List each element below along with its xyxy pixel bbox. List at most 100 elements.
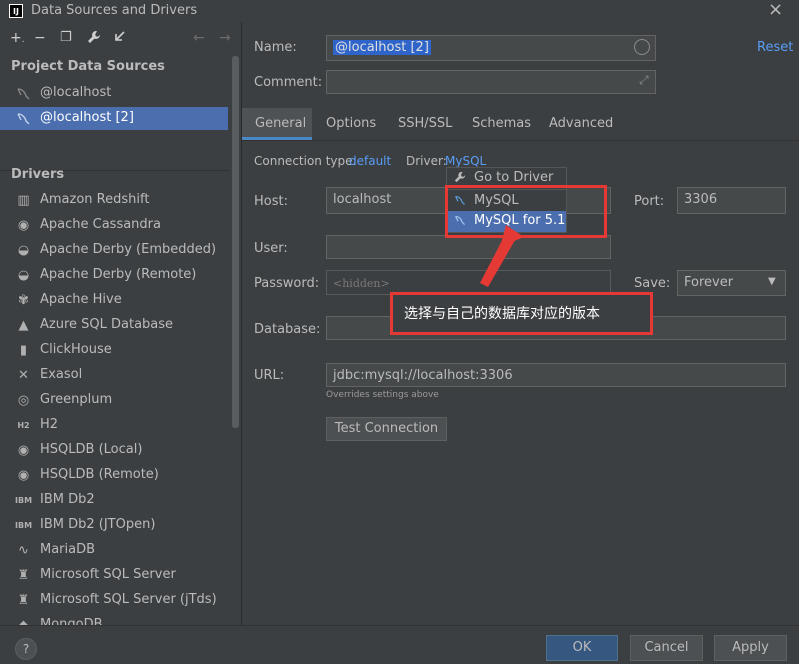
tab-advanced[interactable]: Advanced (549, 108, 613, 140)
duplicate-icon[interactable]: ❐ (60, 30, 72, 45)
user-label: User: (254, 241, 288, 256)
driver-label: MariaDB (40, 542, 96, 557)
driver-item[interactable]: IBM IBM Db2 (JTOpen) (0, 513, 228, 538)
driver-label: HSQLDB (Remote) (40, 467, 159, 482)
url-input[interactable]: jdbc:mysql://localhost:3306 (326, 363, 786, 387)
driver-item[interactable]: ◒ Apache Derby (Embedded) (0, 238, 228, 263)
url-value: jdbc:mysql://localhost:3306 (333, 368, 513, 383)
password-placeholder: <hidden> (333, 277, 390, 290)
driver-item[interactable]: ♜ Microsoft SQL Server (jTds) (0, 588, 228, 613)
import-icon[interactable] (113, 30, 126, 47)
driver-label: H2 (40, 417, 59, 432)
forward-icon[interactable]: → (219, 30, 231, 46)
driver-list: ▥ Amazon Redshift ◉ Apache Cassandra ◒ Apache… (0, 188, 230, 625)
driver-item[interactable]: ▲ Azure SQL Database (0, 313, 228, 338)
driver-item[interactable]: ◆ MongoDB (0, 613, 228, 625)
annotation-arrow-icon (480, 225, 524, 287)
driver-icon: ◒ (17, 268, 30, 283)
data-source-item-selected[interactable]: @localhost [2] (0, 107, 228, 130)
driver-label: MongoDB (40, 617, 103, 625)
color-circle-icon[interactable] (634, 39, 650, 55)
expand-icon[interactable]: ⤢ (639, 73, 649, 88)
data-source-label: @localhost [2] (40, 110, 134, 125)
project-data-sources-header: Project Data Sources (11, 59, 165, 74)
host-label: Host: (254, 194, 288, 209)
driver-item[interactable]: ◒ Apache Derby (Remote) (0, 263, 228, 288)
left-scrollbar[interactable] (232, 56, 239, 428)
driver-icon: ▮ (19, 343, 28, 358)
driver-label: IBM Db2 (40, 492, 95, 507)
close-icon[interactable]: × (768, 0, 783, 20)
cancel-button[interactable]: Cancel (630, 635, 703, 661)
ok-button[interactable]: OK (546, 635, 618, 661)
driver-icon: H2 (17, 421, 30, 430)
driver-icon: ◆ (15, 617, 32, 625)
driver-icon: ♜ (17, 593, 30, 608)
driver-label: Apache Derby (Remote) (40, 267, 197, 282)
driver-item[interactable]: ◉ HSQLDB (Local) (0, 438, 228, 463)
driver-item[interactable]: ◉ HSQLDB (Remote) (0, 463, 228, 488)
host-value: localhost (333, 192, 392, 207)
tab-options[interactable]: Options (326, 108, 376, 140)
save-label: Save: (634, 276, 671, 291)
mysql-dolphin-icon (16, 111, 32, 127)
name-input[interactable]: @localhost [2] (326, 35, 656, 61)
port-value: 3306 (684, 192, 718, 207)
tab-schemas[interactable]: Schemas (472, 108, 531, 140)
url-label: URL: (254, 368, 285, 383)
driver-icon: ◉ (17, 468, 30, 483)
tab-ssh-ssl[interactable]: SSH/SSL (398, 108, 452, 140)
driver-item[interactable]: ∿ MariaDB (0, 538, 228, 563)
driver-label: IBM Db2 (JTOpen) (40, 517, 156, 532)
driver-label: HSQLDB (Local) (40, 442, 143, 457)
database-label: Database: (254, 322, 321, 337)
driver-item[interactable]: ◎ Greenplum (0, 388, 228, 413)
driver-label: Driver: (406, 154, 447, 168)
drivers-header: Drivers (11, 167, 65, 182)
driver-icon: IBM (15, 496, 33, 505)
driver-link[interactable]: MySQL (445, 154, 486, 168)
driver-label: Apache Cassandra (40, 217, 161, 232)
user-input[interactable] (326, 235, 611, 259)
help-button[interactable]: ? (15, 638, 37, 660)
comment-input[interactable] (326, 70, 656, 94)
wrench-icon (454, 171, 466, 186)
data-source-item[interactable]: @localhost (0, 82, 228, 105)
driver-label: Azure SQL Database (40, 317, 174, 332)
test-connection-button[interactable]: Test Connection (326, 417, 447, 441)
driver-icon: ♜ (17, 568, 30, 583)
mysql-dolphin-icon (16, 86, 32, 102)
connection-type-link[interactable]: default (349, 154, 391, 168)
driver-icon: ▥ (17, 193, 30, 208)
driver-item[interactable]: ▥ Amazon Redshift (0, 188, 228, 213)
driver-icon: ▲ (18, 318, 29, 333)
reset-link[interactable]: Reset (757, 40, 793, 55)
wrench-icon[interactable] (87, 30, 101, 48)
driver-item[interactable]: ▮ ClickHouse (0, 338, 228, 363)
add-icon[interactable]: +. (10, 30, 25, 46)
driver-label: Apache Derby (Embedded) (40, 242, 217, 257)
chevron-down-icon[interactable]: ▼ (768, 276, 776, 287)
driver-label: ClickHouse (40, 342, 112, 357)
driver-item[interactable]: ✕ Exasol (0, 363, 228, 388)
driver-item[interactable]: IBM IBM Db2 (0, 488, 228, 513)
apply-button[interactable]: Apply (714, 635, 787, 661)
driver-label: Exasol (40, 367, 83, 382)
driver-item[interactable]: ♜ Microsoft SQL Server (0, 563, 228, 588)
driver-icon: IBM (15, 521, 33, 530)
tab-bar: General Options SSH/SSL Schemas Advanced (242, 108, 799, 141)
driver-item[interactable]: H2 H2 (0, 413, 228, 438)
left-panel: +. − ❐ ← → Project Data Sources @localho… (0, 22, 242, 625)
driver-item[interactable]: ◉ Apache Cassandra (0, 213, 228, 238)
tab-general[interactable]: General (242, 108, 312, 140)
port-input[interactable]: 3306 (677, 187, 786, 214)
driver-icon: ◒ (17, 243, 30, 258)
left-toolbar: +. − ❐ ← → (10, 30, 240, 48)
remove-icon[interactable]: − (34, 30, 46, 46)
driver-icon: ✕ (18, 368, 29, 383)
driver-item[interactable]: ✾ Apache Hive (0, 288, 228, 313)
intellij-logo-icon: IJ (9, 4, 23, 18)
back-icon[interactable]: ← (193, 30, 205, 46)
driver-icon: ∿ (18, 543, 29, 558)
driver-icon: ◉ (17, 218, 30, 233)
